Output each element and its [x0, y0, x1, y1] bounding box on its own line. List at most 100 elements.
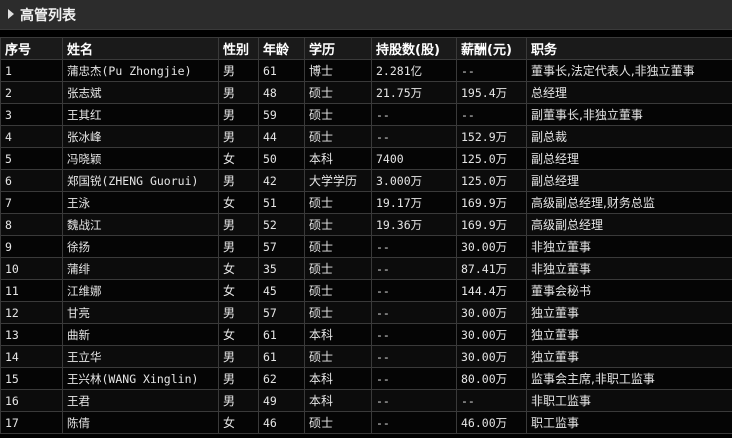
- table-row[interactable]: 7 王泳女 51 硕士 19.17万 169.9万 高级副总经理,财务总监: [0, 191, 732, 214]
- expand-arrow-icon[interactable]: [8, 9, 14, 19]
- cell-index: 5: [0, 147, 63, 170]
- table-row[interactable]: 6 郑国锐(ZHENG Guorui) 男 42 大学学历 3.000万 125.0万 副总经…: [0, 169, 732, 192]
- cell-education: 本科: [304, 367, 372, 390]
- table-row[interactable]: 17 陈倩女 46 硕士 -- 46.00万 职工监事: [0, 411, 732, 434]
- cell-salary: 195.4万: [456, 81, 527, 104]
- cell-salary: 144.4万: [456, 279, 527, 302]
- cell-gender: 女: [218, 191, 259, 214]
- column-header-position[interactable]: 职务: [526, 37, 732, 60]
- cell-education: 硕士: [304, 301, 372, 324]
- cell-gender: 女: [218, 411, 259, 434]
- table-header-row: 序号 姓名 性别 年龄 学历 持股数(股) 薪酬(元) 职务: [0, 37, 732, 60]
- executives-table: 序号 姓名 性别 年龄 学历 持股数(股) 薪酬(元) 职务 1 蒲忠杰(Pu Z…: [0, 37, 732, 434]
- table-row[interactable]: 5 冯晓颖女 50 本科 7400 125.0万 副总经理: [0, 147, 732, 170]
- cell-index: 4: [0, 125, 63, 148]
- column-header-education[interactable]: 学历: [304, 37, 372, 60]
- cell-education: 硕士: [304, 411, 372, 434]
- table-row[interactable]: 11 江维娜女 45 硕士 -- 144.4万 董事会秘书: [0, 279, 732, 302]
- cell-position: 监事会主席,非职工监事: [526, 367, 732, 390]
- cell-salary: 169.9万: [456, 213, 527, 236]
- table-row[interactable]: 8 魏战江男 52 硕士 19.36万 169.9万 高级副总经理: [0, 213, 732, 236]
- cell-education: 硕士: [304, 103, 372, 126]
- cell-gender: 女: [218, 147, 259, 170]
- cell-salary: 46.00万: [456, 411, 527, 434]
- cell-name: 王泳: [62, 191, 219, 214]
- table-row[interactable]: 14 王立华男 61 硕士 -- 30.00万 独立董事: [0, 345, 732, 368]
- cell-age: 61: [258, 323, 305, 346]
- table-row[interactable]: 1 蒲忠杰(Pu Zhongjie) 男 61 博士 2.281亿 -- 董事长,法定代表人,…: [0, 59, 732, 82]
- cell-shares: --: [371, 125, 457, 148]
- column-header-age[interactable]: 年龄: [258, 37, 305, 60]
- cell-name: 张冰峰: [62, 125, 219, 148]
- cell-age: 46: [258, 411, 305, 434]
- cell-index: 10: [0, 257, 63, 280]
- cell-shares: --: [371, 235, 457, 258]
- table-row[interactable]: 16 王君男 49 本科 -- -- 非职工监事: [0, 389, 732, 412]
- cell-shares: --: [371, 323, 457, 346]
- column-header-index[interactable]: 序号: [0, 37, 63, 60]
- column-header-salary[interactable]: 薪酬(元): [456, 37, 527, 60]
- cell-position: 非独立董事: [526, 257, 732, 280]
- cell-gender: 男: [218, 59, 259, 82]
- cell-salary: 152.9万: [456, 125, 527, 148]
- cell-age: 44: [258, 125, 305, 148]
- cell-education: 本科: [304, 147, 372, 170]
- cell-position: 独立董事: [526, 345, 732, 368]
- cell-shares: --: [371, 301, 457, 324]
- cell-position: 董事会秘书: [526, 279, 732, 302]
- table-row[interactable]: 13 曲新女 61 本科 -- 30.00万 独立董事: [0, 323, 732, 346]
- column-header-gender[interactable]: 性别: [218, 37, 259, 60]
- cell-age: 61: [258, 345, 305, 368]
- cell-position: 非独立董事: [526, 235, 732, 258]
- cell-age: 50: [258, 147, 305, 170]
- table-row[interactable]: 4 张冰峰男 44 硕士 -- 152.9万 副总裁: [0, 125, 732, 148]
- cell-salary: --: [456, 103, 527, 126]
- cell-name: 冯晓颖: [62, 147, 219, 170]
- cell-position: 总经理: [526, 81, 732, 104]
- column-header-shares[interactable]: 持股数(股): [371, 37, 457, 60]
- cell-index: 3: [0, 103, 63, 126]
- cell-education: 硕士: [304, 81, 372, 104]
- cell-position: 副总裁: [526, 125, 732, 148]
- cell-position: 高级副总经理: [526, 213, 732, 236]
- column-header-name[interactable]: 姓名: [62, 37, 219, 60]
- cell-index: 1: [0, 59, 63, 82]
- table-row[interactable]: 10 蒲绯女 35 硕士 -- 87.41万 非独立董事: [0, 257, 732, 280]
- cell-gender: 男: [218, 103, 259, 126]
- cell-index: 2: [0, 81, 63, 104]
- cell-index: 7: [0, 191, 63, 214]
- cell-shares: --: [371, 103, 457, 126]
- cell-gender: 男: [218, 235, 259, 258]
- cell-shares: --: [371, 257, 457, 280]
- cell-age: 51: [258, 191, 305, 214]
- cell-salary: --: [456, 59, 527, 82]
- cell-shares: --: [371, 411, 457, 434]
- cell-name: 蒲绯: [62, 257, 219, 280]
- cell-position: 董事长,法定代表人,非独立董事: [526, 59, 732, 82]
- table-row[interactable]: 9 徐扬男 57 硕士 -- 30.00万 非独立董事: [0, 235, 732, 258]
- cell-gender: 女: [218, 257, 259, 280]
- table-row[interactable]: 3 王其红男 59 硕士 -- -- 副董事长,非独立董事: [0, 103, 732, 126]
- cell-index: 15: [0, 367, 63, 390]
- cell-salary: 125.0万: [456, 169, 527, 192]
- table-row[interactable]: 15 王兴林(WANG Xinglin) 男 62 本科 -- 80.00万 监事会主席,非职…: [0, 367, 732, 390]
- table-row[interactable]: 12 甘亮男 57 硕士 -- 30.00万 独立董事: [0, 301, 732, 324]
- cell-index: 8: [0, 213, 63, 236]
- panel-header[interactable]: 高管列表: [0, 0, 732, 30]
- cell-shares: --: [371, 345, 457, 368]
- cell-index: 17: [0, 411, 63, 434]
- table-row[interactable]: 2 张志斌男 48 硕士 21.75万 195.4万 总经理: [0, 81, 732, 104]
- cell-position: 独立董事: [526, 323, 732, 346]
- cell-index: 11: [0, 279, 63, 302]
- cell-name: 江维娜: [62, 279, 219, 302]
- cell-age: 48: [258, 81, 305, 104]
- cell-gender: 男: [218, 301, 259, 324]
- cell-education: 本科: [304, 389, 372, 412]
- cell-position: 独立董事: [526, 301, 732, 324]
- cell-shares: 2.281亿: [371, 59, 457, 82]
- cell-name: 张志斌: [62, 81, 219, 104]
- cell-education: 硕士: [304, 345, 372, 368]
- cell-shares: 19.17万: [371, 191, 457, 214]
- cell-index: 16: [0, 389, 63, 412]
- cell-age: 57: [258, 301, 305, 324]
